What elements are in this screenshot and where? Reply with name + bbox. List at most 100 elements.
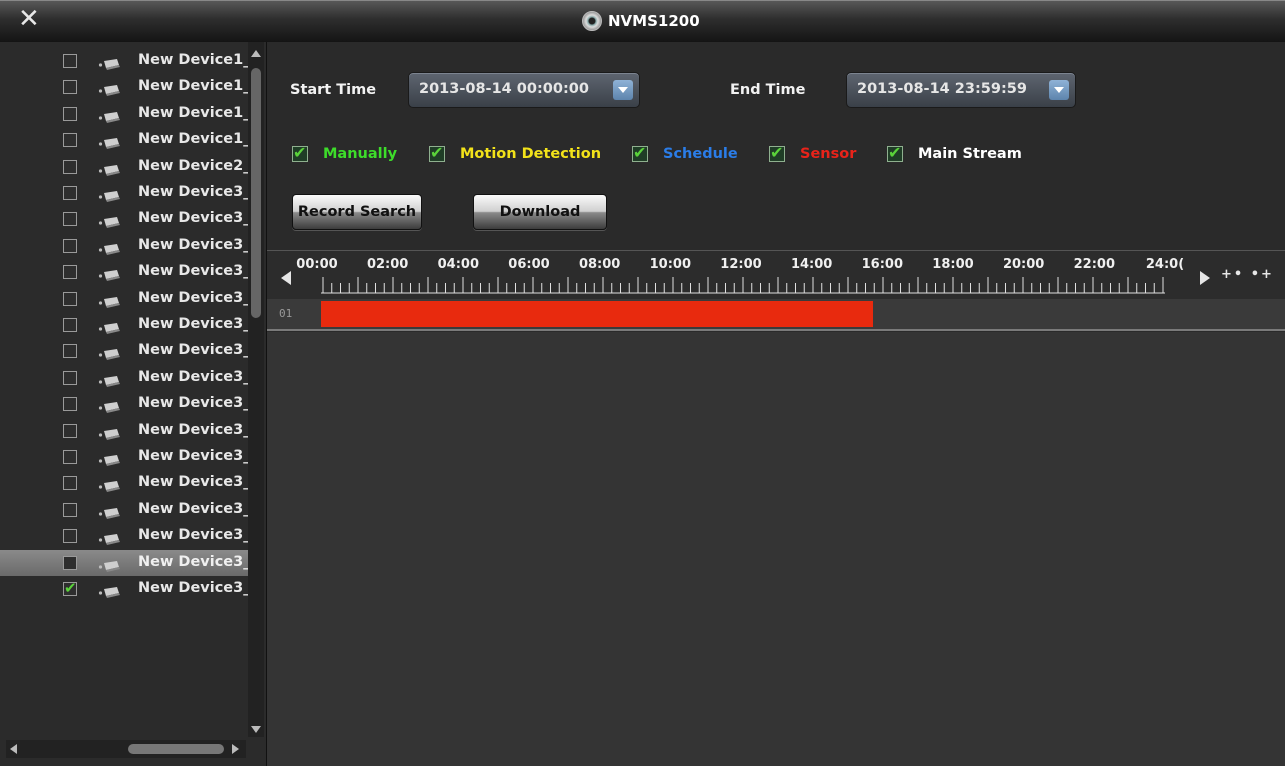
checkbox-checked-icon[interactable]: [887, 143, 903, 162]
device-list-horizontal-scrollbar[interactable]: [6, 740, 246, 758]
camera-icon: [98, 451, 122, 466]
camera-icon: [98, 530, 122, 546]
window-title-text: NVMS1200: [608, 12, 700, 30]
device-checkbox[interactable]: [63, 265, 77, 280]
device-list-item[interactable]: New Device3_: [0, 259, 248, 285]
device-checkbox[interactable]: [63, 159, 77, 174]
timeline-next-icon[interactable]: [1200, 271, 1210, 285]
filter-manually[interactable]: Manually: [292, 143, 398, 164]
device-list-item[interactable]: New Device3_: [0, 286, 248, 312]
device-checkbox[interactable]: [63, 344, 77, 359]
scroll-up-icon[interactable]: [251, 50, 261, 57]
device-list-item[interactable]: New Device3_: [0, 497, 248, 523]
device-list-item[interactable]: New Device3_: [0, 206, 248, 232]
device-checkbox[interactable]: [63, 80, 77, 95]
filter-manually-label: Manually: [323, 146, 398, 162]
camera-icon: [98, 240, 122, 255]
device-list-vertical-scrollbar[interactable]: [248, 42, 264, 737]
device-list-item[interactable]: New Device3_: [0, 418, 248, 444]
checkbox-checked-icon[interactable]: [429, 143, 445, 162]
device-checkbox[interactable]: [63, 133, 77, 148]
checkbox-checked-icon[interactable]: [632, 143, 648, 162]
channel-track[interactable]: 01: [267, 299, 1285, 331]
camera-icon: [98, 161, 122, 176]
start-time-picker[interactable]: 2013-08-14 00:00:00: [408, 72, 640, 108]
dropdown-arrow-icon[interactable]: [613, 80, 633, 100]
device-name: New Device2_: [138, 157, 248, 174]
camera-icon: [98, 372, 122, 387]
device-name: New Device3_: [138, 289, 248, 306]
hscroll-thumb[interactable]: [128, 744, 224, 754]
checkbox-checked-icon[interactable]: [769, 143, 785, 162]
download-button[interactable]: Download: [473, 194, 607, 230]
scroll-down-icon[interactable]: [251, 726, 261, 733]
timeline-ruler[interactable]: 00:00 02:00 04:00 06:00 08:00 10:00 12:00 14:00…: [267, 250, 1285, 300]
title-bar: ✕ NVMS1200: [0, 0, 1285, 42]
start-time-value: 2013-08-14 00:00:00: [419, 81, 589, 97]
camera-icon: [98, 425, 122, 440]
timeline-hour-label: 02:00: [366, 257, 409, 272]
device-checkbox[interactable]: [63, 397, 77, 412]
device-checkbox[interactable]: [63, 450, 77, 464]
filter-main-stream[interactable]: Main Stream: [887, 143, 1022, 164]
filter-main-stream-label: Main Stream: [918, 146, 1022, 162]
device-checkbox[interactable]: [63, 555, 77, 570]
device-checkbox[interactable]: [63, 579, 77, 597]
timeline-ticks: [321, 277, 1165, 294]
device-name: New Device3_: [138, 210, 248, 227]
filter-schedule[interactable]: Schedule: [632, 143, 738, 164]
camera-icon: [98, 266, 122, 282]
device-checkbox[interactable]: [63, 502, 77, 517]
device-checkbox[interactable]: [63, 529, 77, 544]
device-list-item[interactable]: New Device3_: [0, 233, 248, 259]
device-list-item[interactable]: New Device3_: [0, 338, 248, 364]
device-list-item[interactable]: New Device1_: [0, 48, 248, 74]
device-name: New Device3_: [138, 368, 248, 385]
filter-motion-detection[interactable]: Motion Detection: [429, 143, 601, 164]
scroll-right-icon[interactable]: [232, 744, 239, 754]
device-list-item[interactable]: New Device3_: [0, 391, 248, 417]
device-list-item[interactable]: New Device1_: [0, 101, 248, 127]
device-list-item[interactable]: New Device3_: [0, 312, 248, 338]
device-list-item[interactable]: New Device3_: [0, 523, 248, 549]
recording-segment[interactable]: [321, 301, 874, 327]
timeline-hour-label: 24:0(: [1145, 257, 1185, 272]
device-list-item[interactable]: New Device3_: [0, 576, 248, 602]
camera-icon: [98, 557, 122, 572]
end-time-picker[interactable]: 2013-08-14 23:59:59: [846, 72, 1076, 108]
device-list-item[interactable]: New Device2_: [0, 154, 248, 180]
camera-icon: [98, 293, 122, 308]
device-list-item[interactable]: New Device3_: [0, 444, 248, 470]
device-list-item[interactable]: New Device1_: [0, 127, 248, 153]
device-list-item[interactable]: New Device3_: [0, 549, 248, 576]
device-checkbox[interactable]: [63, 370, 77, 385]
scroll-thumb[interactable]: [251, 68, 261, 318]
device-checkbox[interactable]: [63, 423, 77, 438]
timeline-prev-icon[interactable]: [281, 271, 291, 285]
device-checkbox[interactable]: [63, 318, 77, 332]
camera-icon: [98, 319, 122, 334]
device-name: New Device3_: [138, 527, 248, 544]
close-icon[interactable]: ✕: [18, 6, 40, 32]
camera-icon: [98, 108, 122, 123]
scroll-left-icon[interactable]: [10, 744, 17, 754]
device-list-item[interactable]: New Device3_: [0, 180, 248, 206]
device-name: New Device3_: [138, 236, 248, 253]
device-checkbox[interactable]: [63, 54, 77, 68]
device-checkbox[interactable]: [63, 291, 77, 306]
device-checkbox[interactable]: [63, 238, 77, 253]
device-list-item[interactable]: New Device3_: [0, 470, 248, 496]
device-checkbox[interactable]: [63, 212, 77, 227]
checkbox-checked-icon[interactable]: [292, 143, 308, 162]
device-name: New Device3_: [138, 474, 248, 491]
device-checkbox[interactable]: [63, 186, 77, 200]
camera-icon: [98, 477, 122, 493]
device-checkbox[interactable]: [63, 106, 77, 121]
device-list-item[interactable]: New Device1_: [0, 74, 248, 100]
dropdown-arrow-icon[interactable]: [1049, 80, 1069, 100]
timeline-zoom-icon[interactable]: +• •+: [1221, 267, 1274, 282]
device-checkbox[interactable]: [63, 476, 77, 491]
record-search-button[interactable]: Record Search: [292, 194, 422, 230]
filter-sensor[interactable]: Sensor: [769, 143, 856, 164]
device-list-item[interactable]: New Device3_: [0, 365, 248, 391]
